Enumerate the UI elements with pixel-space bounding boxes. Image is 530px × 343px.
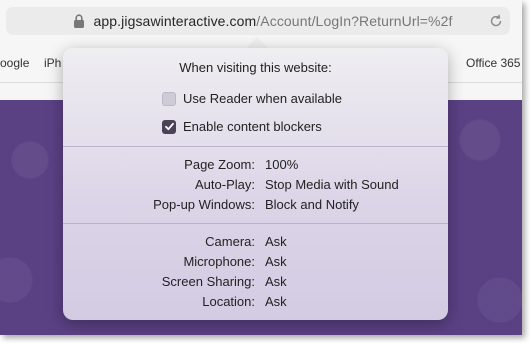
checkmark-icon [164, 122, 174, 131]
use-reader-label: Use Reader when available [183, 91, 342, 106]
separator [63, 146, 448, 147]
website-settings-popover: When visiting this website: Use Reader w… [63, 48, 448, 320]
screen-sharing-value[interactable]: Ask [265, 274, 287, 289]
pop-up-windows-label: Pop-up Windows: [153, 197, 255, 212]
use-reader-checkbox[interactable] [162, 91, 176, 106]
lock-icon [74, 14, 84, 28]
auto-play-row[interactable]: Auto-Play: Stop Media with Sound [63, 177, 448, 195]
use-reader-option[interactable]: Use Reader when available [162, 91, 342, 106]
location-value[interactable]: Ask [265, 294, 287, 309]
content-blockers-checkbox[interactable] [162, 119, 176, 134]
address-bar[interactable]: app.jigsawinteractive.com/Account/LogIn?… [6, 7, 510, 35]
screen-sharing-row[interactable]: Screen Sharing: Ask [63, 274, 448, 292]
page-zoom-value[interactable]: 100% [265, 157, 298, 172]
camera-value[interactable]: Ask [265, 234, 287, 249]
content-blockers-label: Enable content blockers [183, 119, 322, 134]
screen-sharing-label: Screen Sharing: [161, 274, 255, 289]
location-row[interactable]: Location: Ask [63, 294, 448, 312]
pop-up-windows-value[interactable]: Block and Notify [265, 197, 359, 212]
separator [63, 223, 448, 224]
url-host: app.jigsawinteractive.com [93, 13, 257, 29]
favorite-iphone[interactable]: iPh [44, 56, 61, 70]
camera-label: Camera: [205, 234, 255, 249]
auto-play-label: Auto-Play: [195, 177, 255, 192]
browser-window: app.jigsawinteractive.com/Account/LogIn?… [0, 0, 522, 335]
location-label: Location: [202, 294, 255, 309]
favorite-google[interactable]: oogle [0, 56, 29, 70]
content-blockers-option[interactable]: Enable content blockers [162, 119, 322, 134]
url-text: app.jigsawinteractive.com/Account/LogIn?… [94, 13, 453, 29]
reload-icon[interactable] [488, 13, 504, 29]
pop-up-windows-row[interactable]: Pop-up Windows: Block and Notify [63, 197, 448, 215]
page-zoom-label: Page Zoom: [184, 157, 255, 172]
favorite-office-365[interactable]: Office 365 [466, 56, 520, 70]
microphone-value[interactable]: Ask [265, 254, 287, 269]
auto-play-value[interactable]: Stop Media with Sound [265, 177, 399, 192]
microphone-row[interactable]: Microphone: Ask [63, 254, 448, 272]
popover-title: When visiting this website: [179, 60, 332, 75]
url-path: /Account/LogIn?ReturnUrl=%2f [256, 13, 453, 29]
microphone-label: Microphone: [183, 254, 255, 269]
page-zoom-row[interactable]: Page Zoom: 100% [63, 157, 448, 175]
camera-row[interactable]: Camera: Ask [63, 234, 448, 252]
